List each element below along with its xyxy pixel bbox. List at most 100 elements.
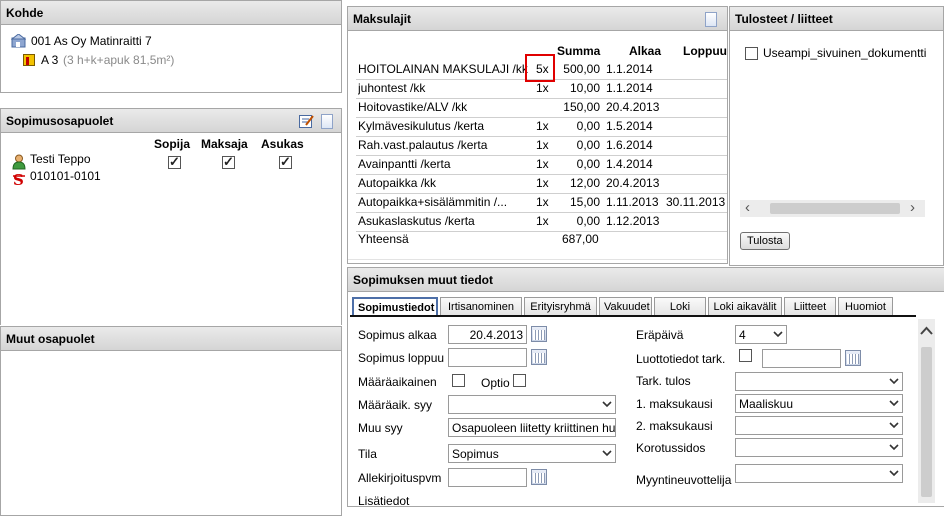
- end-date-input[interactable]: [448, 348, 527, 367]
- new-document-icon[interactable]: [321, 114, 333, 129]
- payment-name[interactable]: Autopaikka /kk: [358, 176, 528, 190]
- row-divider: [356, 231, 727, 232]
- payment-name[interactable]: Rah.vast.palautus /kerta: [358, 138, 528, 152]
- payment-start: 1.1.2014: [606, 81, 653, 95]
- payment-name[interactable]: Asukaslaskutus /kerta: [358, 214, 528, 228]
- payment-sum: 0,00: [576, 119, 600, 133]
- document-label[interactable]: Useampi_sivuinen_dokumentti: [763, 46, 926, 60]
- other-parties-panel: Muut osapuolet: [0, 326, 342, 516]
- payment-sum: 0,00: [576, 138, 600, 152]
- credit-label: Luottotiedot tark.: [636, 352, 726, 366]
- svg-text:S: S: [13, 172, 24, 188]
- property-name[interactable]: 001 As Oy Matinraitti 7: [31, 34, 152, 48]
- fixed-reason-select[interactable]: [448, 395, 616, 414]
- tab-huomiot[interactable]: Huomiot: [838, 297, 893, 316]
- tab-liitteet[interactable]: Liitteet: [784, 297, 836, 316]
- sopija-checkbox[interactable]: [168, 154, 181, 169]
- apartment-detail: (3 h+k+apuk 81,5m²): [63, 53, 175, 67]
- scroll-left-icon[interactable]: ‹: [745, 199, 750, 216]
- new-payment-icon[interactable]: [705, 12, 717, 27]
- person-name[interactable]: Testi Teppo: [30, 152, 91, 166]
- tab-sopimustiedot[interactable]: Sopimustiedot: [352, 297, 438, 316]
- option-checkbox[interactable]: [513, 374, 526, 387]
- payment-sum: 150,00: [563, 100, 600, 114]
- row-divider: [356, 98, 727, 99]
- start-date-input[interactable]: 20.4.2013: [448, 325, 527, 344]
- payment-start: 1.4.2014: [606, 157, 653, 171]
- check-result-label: Tark. tulos: [636, 374, 691, 388]
- person-icon: [12, 154, 26, 170]
- payment-qty: 1x: [536, 157, 549, 171]
- payment-name[interactable]: juhontest /kk: [358, 81, 528, 95]
- tab-erityisryhma[interactable]: Erityisryhmä: [524, 297, 597, 316]
- state-label: Tila: [358, 447, 377, 461]
- header-sum: Summa: [557, 44, 601, 58]
- parties-panel: Sopimusosapuolet Sopija Maksaja Asukas T…: [0, 108, 342, 325]
- apartment-name[interactable]: A 3: [41, 53, 58, 67]
- qty-highlight-box: [525, 54, 555, 82]
- signed-calendar-icon[interactable]: [531, 469, 547, 485]
- due-label: Eräpäivä: [636, 328, 684, 342]
- payment-name[interactable]: Hoitovastike/ALV /kk: [358, 100, 528, 114]
- payments-title: Maksulajit: [348, 7, 727, 31]
- other-parties-title: Muut osapuolet: [1, 327, 341, 351]
- state-select[interactable]: Sopimus: [448, 444, 616, 463]
- payment-start: 1.6.2014: [606, 138, 653, 152]
- person-id: 010101-0101: [30, 169, 101, 183]
- payment-qty: 1x: [536, 214, 549, 228]
- header-end: Loppuu: [683, 44, 727, 58]
- payment-qty: 1x: [536, 176, 549, 190]
- payment-name[interactable]: Kylmävesikulutus /kerta: [358, 119, 528, 133]
- scroll-up-icon[interactable]: [920, 325, 933, 335]
- payment-sum: 10,00: [569, 81, 600, 95]
- fixed-term-checkbox[interactable]: [452, 374, 465, 387]
- row-divider: [356, 193, 727, 194]
- tab-loki[interactable]: Loki: [654, 297, 706, 316]
- row-divider: [356, 136, 727, 137]
- row-divider: [356, 212, 727, 213]
- payment-qty: 1x: [536, 138, 549, 152]
- credit-calendar-icon[interactable]: [845, 350, 861, 366]
- payment-name[interactable]: HOITOLAINAN MAKSULAJI /kk: [358, 62, 528, 76]
- payment-sum: 15,00: [569, 195, 600, 209]
- asukas-checkbox[interactable]: [279, 154, 292, 169]
- check-result-select[interactable]: [735, 372, 903, 391]
- row-divider: [356, 174, 727, 175]
- vertical-scrollbar[interactable]: [918, 319, 935, 503]
- payment-qty: 1x: [536, 119, 549, 133]
- raise-select[interactable]: [735, 438, 903, 457]
- credit-date-input[interactable]: [762, 349, 841, 368]
- signed-date-input[interactable]: [448, 468, 527, 487]
- month1-select[interactable]: Maaliskuu: [735, 394, 903, 413]
- scroll-right-icon[interactable]: ›: [910, 199, 915, 216]
- month2-select[interactable]: [735, 416, 903, 435]
- payment-sum: 500,00: [563, 62, 600, 76]
- tab-loki-aikavalit[interactable]: Loki aikavälit: [708, 297, 782, 316]
- payment-name[interactable]: Autopaikka+sisälämmitin /...: [358, 195, 528, 209]
- start-label: Sopimus alkaa: [358, 328, 437, 342]
- print-button[interactable]: Tulosta: [740, 232, 790, 250]
- horizontal-scrollbar[interactable]: ‹ ›: [740, 199, 925, 217]
- payment-name[interactable]: Avainpantti /kerta: [358, 157, 528, 171]
- edit-icon[interactable]: [299, 114, 314, 128]
- credit-checkbox[interactable]: [739, 349, 752, 362]
- other-reason-input[interactable]: Osapuoleen liitetty kriittinen hu: [448, 418, 616, 437]
- extra-info-label: Lisätiedot: [358, 494, 410, 508]
- signed-label: Allekirjoituspvm: [358, 471, 442, 485]
- option-label: Optio: [481, 376, 510, 390]
- other-info-title: Sopimuksen muut tiedot: [348, 268, 944, 292]
- tab-vakuudet[interactable]: Vakuudet: [599, 297, 652, 316]
- payment-sum: 0,00: [576, 157, 600, 171]
- seller-select[interactable]: [735, 464, 903, 483]
- payment-start: 1.1.2014: [606, 62, 653, 76]
- start-calendar-icon[interactable]: [531, 326, 547, 342]
- ssn-icon: S: [12, 171, 26, 189]
- maksaja-checkbox[interactable]: [222, 154, 235, 169]
- document-checkbox[interactable]: [745, 47, 758, 60]
- column-asukas: Asukas: [261, 137, 304, 151]
- column-sopija: Sopija: [154, 137, 191, 151]
- end-calendar-icon[interactable]: [531, 349, 547, 365]
- due-select[interactable]: 4: [735, 325, 787, 344]
- tab-irtisanominen[interactable]: Irtisanominen: [440, 297, 522, 316]
- fixed-reason-label: Määräaik. syy: [358, 398, 433, 412]
